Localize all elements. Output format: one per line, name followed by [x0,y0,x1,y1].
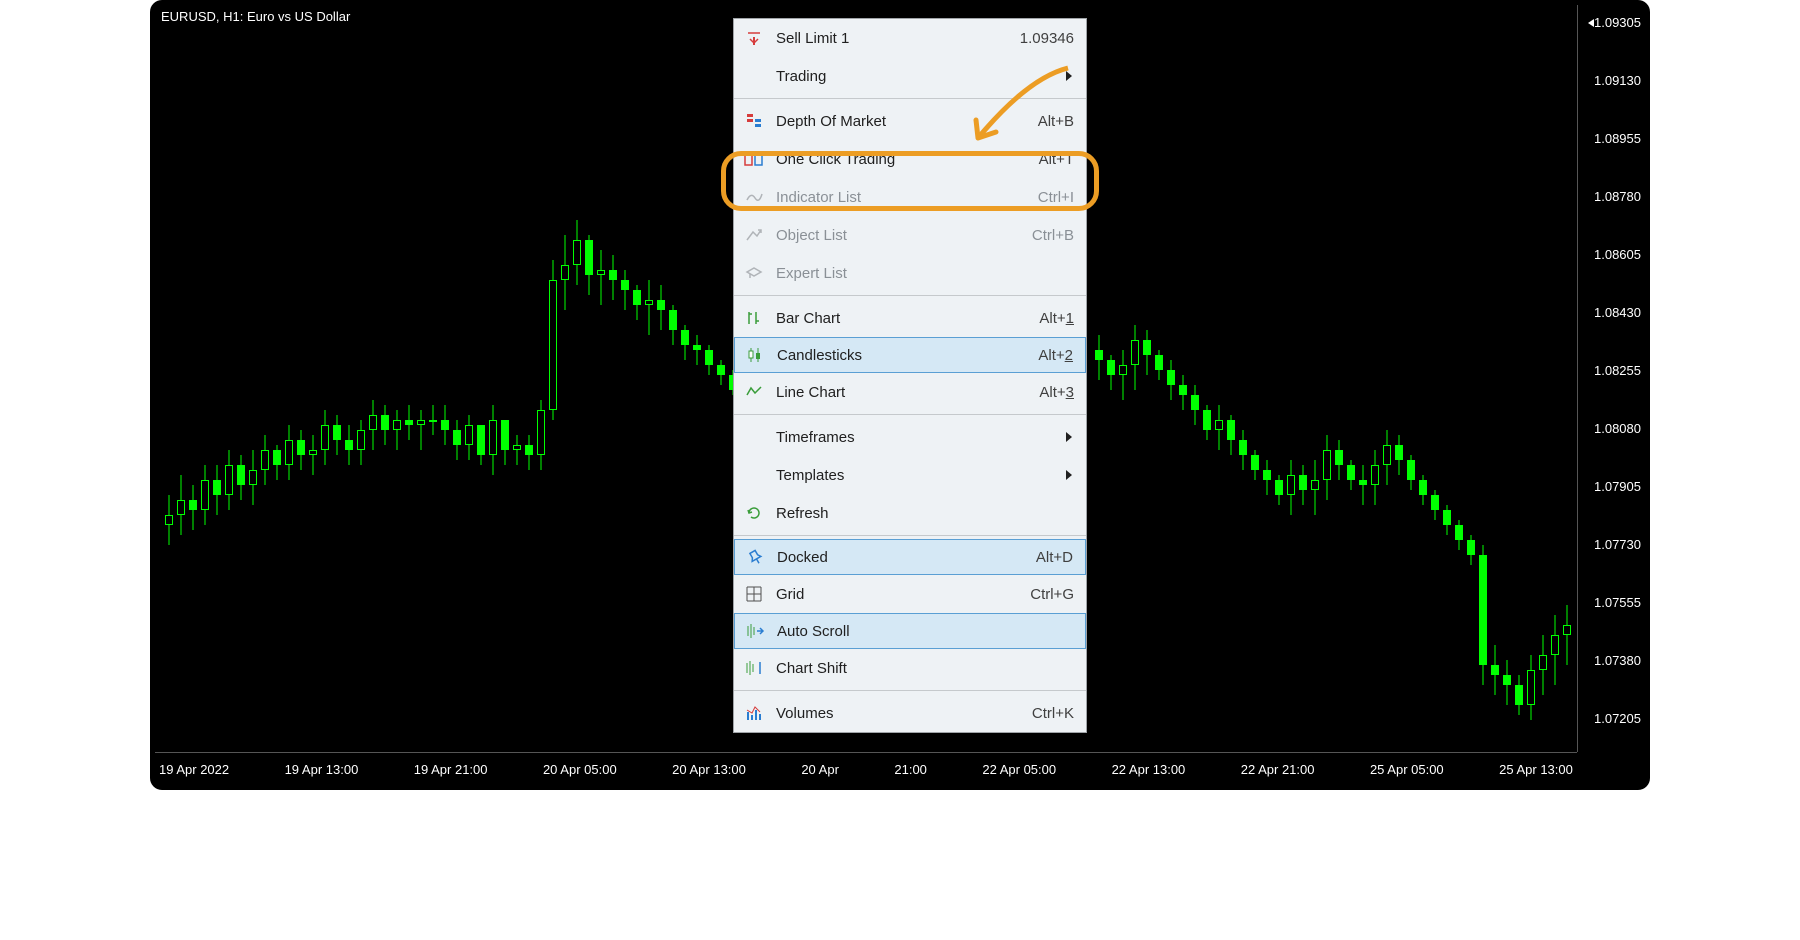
menu-sell-limit[interactable]: Sell Limit 1 1.09346 [734,19,1086,57]
menu-label: One Click Trading [776,151,1039,168]
menu-bar-chart[interactable]: Bar Chart Alt+1 [734,299,1086,337]
menu-line-chart[interactable]: Line Chart Alt+3 [734,373,1086,411]
menu-shortcut: Ctrl+K [1032,705,1074,722]
chart-title: EURUSD, H1: Euro vs US Dollar [161,9,350,24]
menu-label: Timeframes [776,429,1074,446]
menu-indicator-list[interactable]: Indicator List Ctrl+I [734,178,1086,216]
menu-shortcut: Ctrl+B [1032,227,1074,244]
menu-grid[interactable]: Grid Ctrl+G [734,575,1086,613]
menu-shortcut: Alt+2 [1038,347,1073,364]
menu-separator [734,98,1086,99]
menu-depth-of-market[interactable]: Depth Of Market Alt+B [734,102,1086,140]
menu-shortcut: Alt+D [1036,549,1073,566]
menu-label: Bar Chart [776,310,1039,327]
menu-value: 1.09346 [1020,30,1074,47]
menu-object-list[interactable]: Object List Ctrl+B [734,216,1086,254]
submenu-arrow-icon [1066,432,1072,442]
chart-context-menu: Sell Limit 1 1.09346 Trading Depth Of Ma… [733,18,1087,733]
chart-shift-icon [742,656,766,680]
menu-label: Chart Shift [776,660,1074,677]
menu-label: Candlesticks [777,347,1038,364]
menu-label: Indicator List [776,189,1038,206]
menu-one-click-trading[interactable]: One Click Trading Alt+T [734,140,1086,178]
menu-chart-shift[interactable]: Chart Shift [734,649,1086,687]
price-axis: 1.093051.091301.089551.087801.086051.084… [1577,5,1645,752]
menu-separator [734,690,1086,691]
menu-shortcut: Ctrl+G [1030,586,1074,603]
line-chart-icon [742,380,766,404]
object-icon [742,223,766,247]
menu-label: Trading [776,68,1074,85]
auto-scroll-icon [743,619,767,643]
menu-shortcut: Alt+1 [1039,310,1074,327]
menu-docked[interactable]: Docked Alt+D [734,539,1086,575]
menu-shortcut: Alt+B [1038,113,1074,130]
menu-label: Grid [776,586,1030,603]
menu-candlesticks[interactable]: Candlesticks Alt+2 [734,337,1086,373]
menu-timeframes[interactable]: Timeframes [734,418,1086,456]
pin-icon [743,545,767,569]
bar-chart-icon [742,306,766,330]
menu-shortcut: Alt+3 [1039,384,1074,401]
menu-label: Refresh [776,505,1074,522]
time-axis: 19 Apr 202219 Apr 13:0019 Apr 21:0020 Ap… [155,752,1577,785]
grid-icon [742,582,766,606]
refresh-icon [742,501,766,525]
menu-label: Sell Limit 1 [776,30,1020,47]
sell-limit-icon [742,26,766,50]
submenu-arrow-icon [1066,470,1072,480]
menu-separator [734,295,1086,296]
menu-shortcut: Ctrl+I [1038,189,1074,206]
menu-trading[interactable]: Trading [734,57,1086,95]
menu-label: Expert List [776,265,1074,282]
depth-icon [742,109,766,133]
expert-icon [742,261,766,285]
menu-refresh[interactable]: Refresh [734,494,1086,532]
indicator-icon [742,185,766,209]
chart-window: EURUSD, H1: Euro vs US Dollar 1.093051.0… [150,0,1650,790]
menu-expert-list[interactable]: Expert List [734,254,1086,292]
menu-label: Object List [776,227,1032,244]
one-click-icon [742,147,766,171]
menu-volumes[interactable]: Volumes Ctrl+K [734,694,1086,732]
menu-templates[interactable]: Templates [734,456,1086,494]
submenu-arrow-icon [1066,71,1072,81]
menu-label: Depth Of Market [776,113,1038,130]
menu-separator [734,414,1086,415]
menu-label: Templates [776,467,1074,484]
menu-auto-scroll[interactable]: Auto Scroll [734,613,1086,649]
menu-label: Volumes [776,705,1032,722]
menu-label: Auto Scroll [777,623,1073,640]
candlestick-icon [743,343,767,367]
menu-label: Line Chart [776,384,1039,401]
menu-label: Docked [777,549,1036,566]
menu-separator [734,535,1086,536]
menu-shortcut: Alt+T [1039,151,1074,168]
volumes-icon [742,701,766,725]
